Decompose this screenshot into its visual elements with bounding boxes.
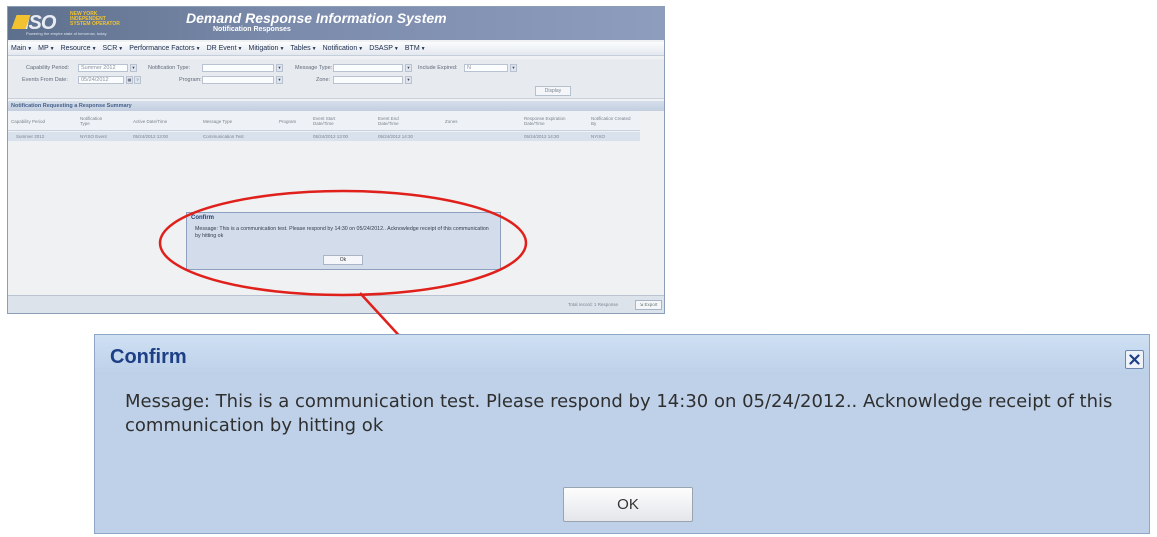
dialog-message: Message: This is a communication test. P… [195, 226, 489, 239]
menu-scr[interactable]: SCR▼ [103, 45, 124, 52]
app-header: ISO NEW YORK INDEPENDENT SYSTEM OPERATOR… [8, 7, 664, 40]
status-bar: Total record: 1 Response ⇲ Export [8, 295, 664, 313]
app-title: Demand Response Information System [186, 10, 447, 26]
capability-period-label: Capability Period: [26, 65, 70, 71]
ok-button[interactable]: Ok [323, 255, 363, 265]
column-header[interactable]: Notification Type [80, 116, 112, 126]
column-header[interactable]: Program [279, 119, 309, 124]
dialog-message: Message: This is a communication test. P… [125, 391, 1113, 436]
table-cell: 05/24/2012 13:00 [133, 134, 169, 139]
column-header[interactable]: Event Start Date/Time [313, 116, 348, 126]
column-header[interactable]: Notification Created By [591, 116, 631, 126]
menu-resource[interactable]: Resource▼ [61, 45, 97, 52]
column-header[interactable]: Active Date/Time [133, 119, 183, 124]
confirm-dialog-thumbnail: Confirm Message: This is a communication… [186, 212, 501, 270]
dialog-title: Confirm [110, 346, 187, 368]
menu-notification[interactable]: Notification▼ [323, 45, 364, 52]
table-cell: NYISO Event [80, 134, 107, 139]
dialog-title: Confirm [191, 215, 214, 221]
export-button[interactable]: ⇲ Export [635, 300, 662, 310]
nyiso-logo: ISO NEW YORK INDEPENDENT SYSTEM OPERATOR… [24, 10, 164, 37]
capability-period-select[interactable]: Summer 2012 [78, 64, 128, 72]
include-expired-label: Include Expired: [418, 65, 458, 71]
record-count: Total record: 1 Response [568, 302, 619, 307]
column-header[interactable]: Message Type [203, 119, 253, 124]
chevron-down-icon: ▼ [237, 46, 243, 52]
message-type-select[interactable] [333, 64, 403, 72]
include-expired-select[interactable]: N [464, 64, 508, 72]
events-from-date-input[interactable]: 05/24/2012 [78, 76, 124, 84]
calendar-icon[interactable]: ▦ [126, 76, 133, 84]
zone-select[interactable] [333, 76, 403, 84]
app-screenshot: ISO NEW YORK INDEPENDENT SYSTEM OPERATOR… [7, 6, 665, 314]
help-icon[interactable]: ? [134, 76, 141, 84]
notification-type-label: Notification Type: [148, 65, 191, 71]
menu-dsasp[interactable]: DSASP▼ [369, 45, 399, 52]
chevron-down-icon: ▼ [49, 46, 55, 52]
menu-mp[interactable]: MP▼ [38, 45, 54, 52]
chevron-down-icon[interactable]: ▼ [276, 64, 283, 72]
chevron-down-icon: ▼ [195, 46, 201, 52]
column-header[interactable]: Event End Date/Time [378, 116, 413, 126]
display-button[interactable]: Display [535, 86, 571, 96]
app-subtitle: Notification Responses [213, 26, 291, 33]
chevron-down-icon[interactable]: ▼ [405, 76, 412, 84]
chevron-down-icon: ▼ [279, 46, 285, 52]
menu-tables[interactable]: Tables▼ [290, 45, 316, 52]
ok-button[interactable]: OK [563, 487, 693, 522]
close-button[interactable] [1125, 350, 1144, 369]
program-select[interactable] [202, 76, 274, 84]
table-row[interactable]: Summer 2012 NYISO Event 05/24/2012 13:00… [8, 132, 640, 141]
menu-mitigation[interactable]: Mitigation▼ [248, 45, 284, 52]
grid-title: Notification Requesting a Response Summa… [8, 101, 664, 111]
filter-panel: Capability Period: Summer 2012 ▼ Notific… [8, 59, 664, 99]
stage: ISO NEW YORK INDEPENDENT SYSTEM OPERATOR… [0, 0, 1157, 537]
chevron-down-icon: ▼ [91, 46, 97, 52]
column-header[interactable]: Zones [445, 119, 475, 124]
program-label: Program: [179, 77, 202, 83]
chevron-down-icon: ▼ [358, 46, 364, 52]
chevron-down-icon: ▼ [27, 46, 33, 52]
chevron-down-icon: ▼ [393, 46, 399, 52]
grid-header: Capability Period Notification Type Acti… [8, 111, 640, 131]
table-cell: NYISO [591, 134, 606, 139]
export-icon: ⇲ [639, 302, 644, 307]
menu-main[interactable]: Main▼ [11, 45, 32, 52]
menu-btm[interactable]: BTM▼ [405, 45, 426, 52]
menu-bar: Main▼ MP▼ Resource▼ SCR▼ Performance Fac… [8, 42, 664, 56]
table-cell: 05/24/2012 14:30 [524, 134, 560, 139]
message-type-label: Message Type: [295, 65, 333, 71]
close-icon [1129, 354, 1140, 365]
chevron-down-icon: ▼ [311, 46, 317, 52]
menu-performance-factors[interactable]: Performance Factors▼ [129, 45, 200, 52]
events-from-date-label: Events From Date: [22, 77, 68, 83]
confirm-dialog: Confirm Message: This is a communication… [94, 334, 1150, 534]
chevron-down-icon[interactable]: ▼ [405, 64, 412, 72]
logo-tagline: Powering the empire state of tomorrow, t… [26, 31, 108, 36]
table-cell: Summer 2012 [16, 134, 45, 139]
column-header[interactable]: Capability Period [11, 119, 51, 124]
dialog-titlebar: Confirm [95, 335, 1149, 375]
table-cell: 05/24/2012 14:30 [378, 134, 414, 139]
menu-dr-event[interactable]: DR Event▼ [207, 45, 243, 52]
chevron-down-icon: ▼ [420, 46, 426, 52]
chevron-down-icon[interactable]: ▼ [510, 64, 517, 72]
table-cell: 05/24/2012 13:00 [313, 134, 349, 139]
table-cell: Communication Test [203, 134, 244, 139]
chevron-down-icon[interactable]: ▼ [130, 64, 137, 72]
logo-text: NEW YORK INDEPENDENT SYSTEM OPERATOR [70, 11, 120, 27]
chevron-down-icon: ▼ [118, 46, 124, 52]
notification-type-select[interactable] [202, 64, 274, 72]
column-header[interactable]: Response Expiration Date/Time [524, 116, 579, 126]
zone-label: Zone: [316, 77, 331, 83]
chevron-down-icon[interactable]: ▼ [276, 76, 283, 84]
